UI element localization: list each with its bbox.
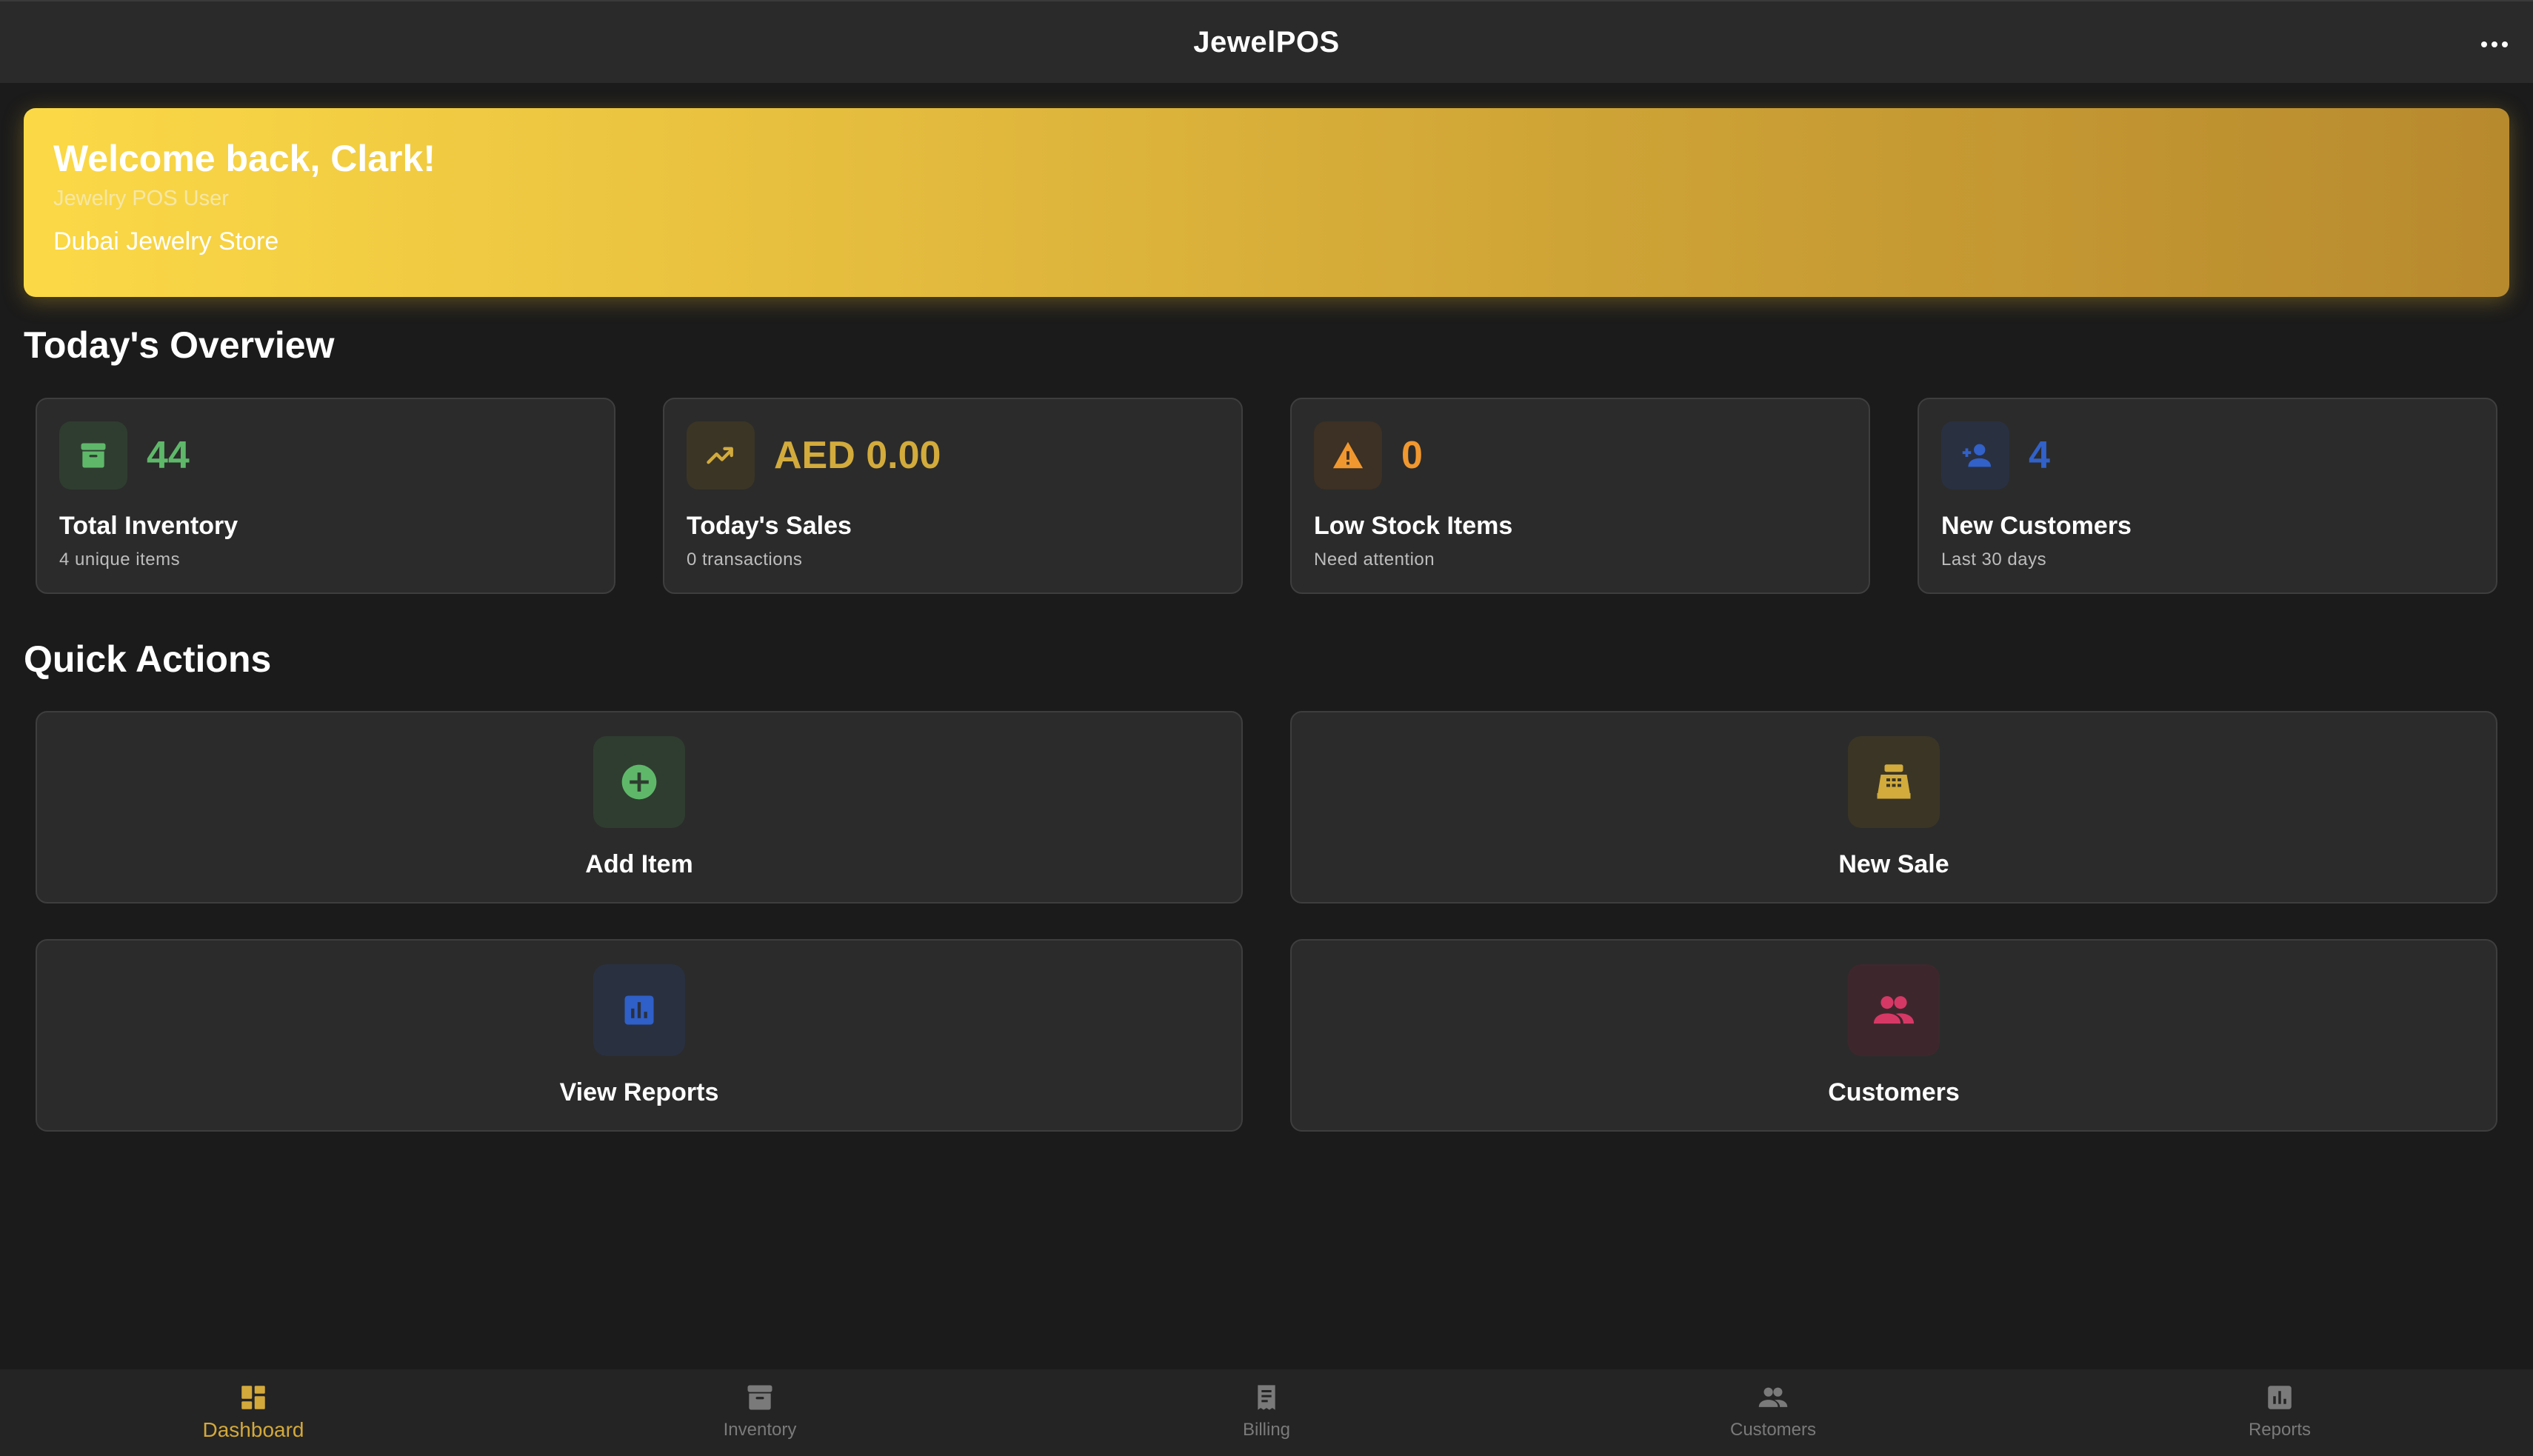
- person-add-icon: [1941, 421, 2009, 490]
- bottom-navigation: Dashboard Inventory Billing Customers Re…: [0, 1369, 2533, 1456]
- stat-label: Low Stock Items: [1314, 512, 1513, 540]
- stat-label: Today's Sales: [687, 512, 852, 540]
- nav-label: Inventory: [723, 1420, 797, 1440]
- nav-item-customers[interactable]: Customers: [1520, 1369, 2026, 1456]
- nav-label: Customers: [1729, 1420, 1817, 1440]
- quick-actions-grid: Add Item New Sale View Reports Customers: [36, 711, 2497, 1132]
- action-label: Customers: [1828, 1078, 1960, 1106]
- nav-label: Billing: [1242, 1420, 1291, 1440]
- archive-icon: [59, 421, 127, 490]
- quick-actions-title: Quick Actions: [24, 638, 272, 680]
- cash-register-icon: [1848, 736, 1940, 828]
- welcome-banner: Welcome back, Clark! Jewelry POS User Du…: [24, 108, 2509, 297]
- dashboard-icon: [236, 1380, 271, 1415]
- receipt-icon: [1249, 1380, 1284, 1415]
- stat-card-todays-sales: AED 0.00 Today's Sales 0 transactions: [663, 398, 1243, 594]
- action-label: New Sale: [1838, 850, 1949, 878]
- stat-value: 0: [1401, 434, 1423, 477]
- stat-value: 4: [2029, 434, 2050, 477]
- nav-item-billing[interactable]: Billing: [1013, 1369, 1520, 1456]
- more-options-icon[interactable]: [2475, 25, 2514, 64]
- nav-label: Dashboard: [202, 1418, 304, 1441]
- people-icon: [1755, 1380, 1791, 1415]
- user-role: Jewelry POS User: [53, 187, 229, 210]
- stat-label: Total Inventory: [59, 512, 238, 540]
- warning-icon: [1314, 421, 1382, 490]
- add-item-button[interactable]: Add Item: [36, 711, 1243, 904]
- view-reports-button[interactable]: View Reports: [36, 939, 1243, 1132]
- stat-subtitle: 0 transactions: [687, 550, 803, 570]
- customers-button[interactable]: Customers: [1290, 939, 2497, 1132]
- nav-item-reports[interactable]: Reports: [2026, 1369, 2533, 1456]
- overview-stats: 44 Total Inventory 4 unique items AED 0.…: [36, 398, 2497, 594]
- new-sale-button[interactable]: New Sale: [1290, 711, 2497, 904]
- overview-title: Today's Overview: [24, 324, 335, 366]
- app-title: JewelPOS: [1193, 25, 1340, 59]
- app-bar: JewelPOS: [0, 0, 2533, 83]
- trending-up-icon: [687, 421, 755, 490]
- stat-subtitle: Need attention: [1314, 550, 1435, 570]
- stat-subtitle: Last 30 days: [1941, 550, 2047, 570]
- stat-card-total-inventory: 44 Total Inventory 4 unique items: [36, 398, 615, 594]
- store-name: Dubai Jewelry Store: [53, 227, 279, 256]
- stat-label: New Customers: [1941, 512, 2132, 540]
- stat-card-low-stock: 0 Low Stock Items Need attention: [1290, 398, 1870, 594]
- stat-value: AED 0.00: [774, 434, 941, 477]
- stat-subtitle: 4 unique items: [59, 550, 181, 570]
- bar-chart-icon: [593, 964, 685, 1056]
- stat-value: 44: [147, 434, 190, 477]
- action-label: Add Item: [585, 850, 693, 878]
- welcome-message: Welcome back, Clark!: [53, 138, 435, 179]
- nav-item-dashboard[interactable]: Dashboard: [0, 1369, 507, 1456]
- add-circle-icon: [593, 736, 685, 828]
- bar-chart-icon: [2262, 1380, 2297, 1415]
- nav-label: Reports: [2248, 1420, 2312, 1440]
- inventory-icon: [742, 1380, 778, 1415]
- people-icon: [1848, 964, 1940, 1056]
- nav-item-inventory[interactable]: Inventory: [507, 1369, 1013, 1456]
- stat-card-new-customers: 4 New Customers Last 30 days: [1918, 398, 2497, 594]
- action-label: View Reports: [559, 1078, 719, 1106]
